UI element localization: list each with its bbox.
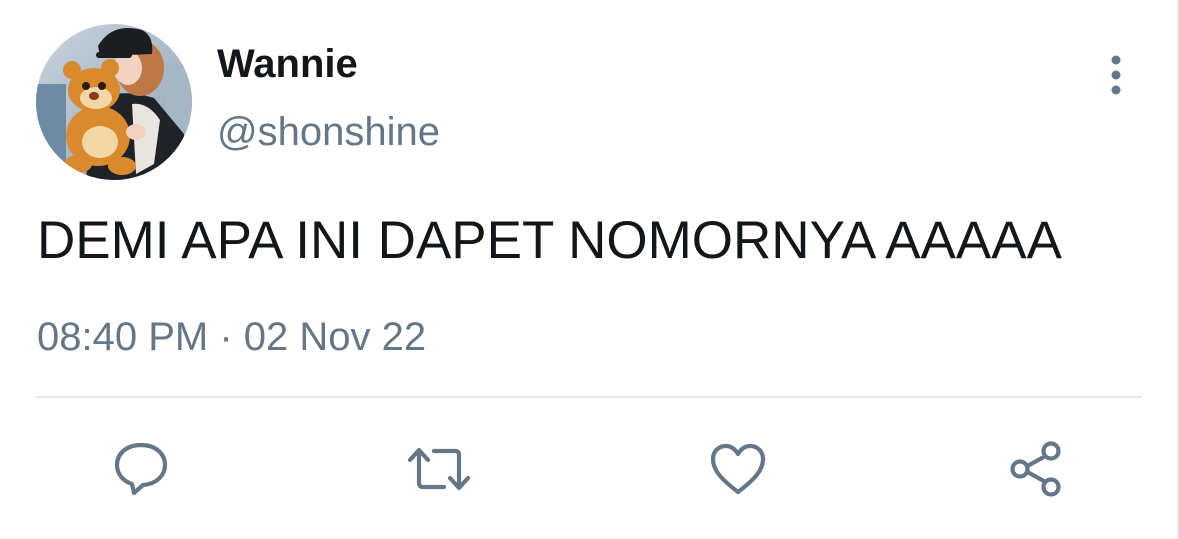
retweet-button[interactable] [406, 436, 472, 502]
tweet-text: DEMI APA INI DAPET NOMORNYA AAAAA [37, 211, 1062, 270]
tweet-date: 02 Nov 22 [243, 315, 427, 359]
timestamp-separator: · [219, 315, 233, 359]
more-vertical-icon [1111, 55, 1121, 95]
author-name[interactable]: Wannie [217, 40, 358, 88]
share-icon [1010, 441, 1061, 497]
share-button[interactable] [1004, 436, 1070, 502]
tweet-time: 08:40 PM [37, 315, 209, 359]
divider [36, 396, 1142, 398]
tweet-timestamp: 08:40 PM · 02 Nov 22 [37, 313, 426, 361]
avatar-image [36, 24, 192, 180]
heart-icon [710, 443, 766, 495]
author-handle[interactable]: @shonshine [217, 108, 440, 156]
reply-button[interactable] [108, 436, 174, 502]
comment-bubble-icon [114, 442, 168, 496]
more-options-button[interactable] [1096, 50, 1136, 100]
retweet-icon [407, 447, 471, 491]
like-button[interactable] [705, 436, 771, 502]
avatar[interactable] [36, 24, 192, 180]
